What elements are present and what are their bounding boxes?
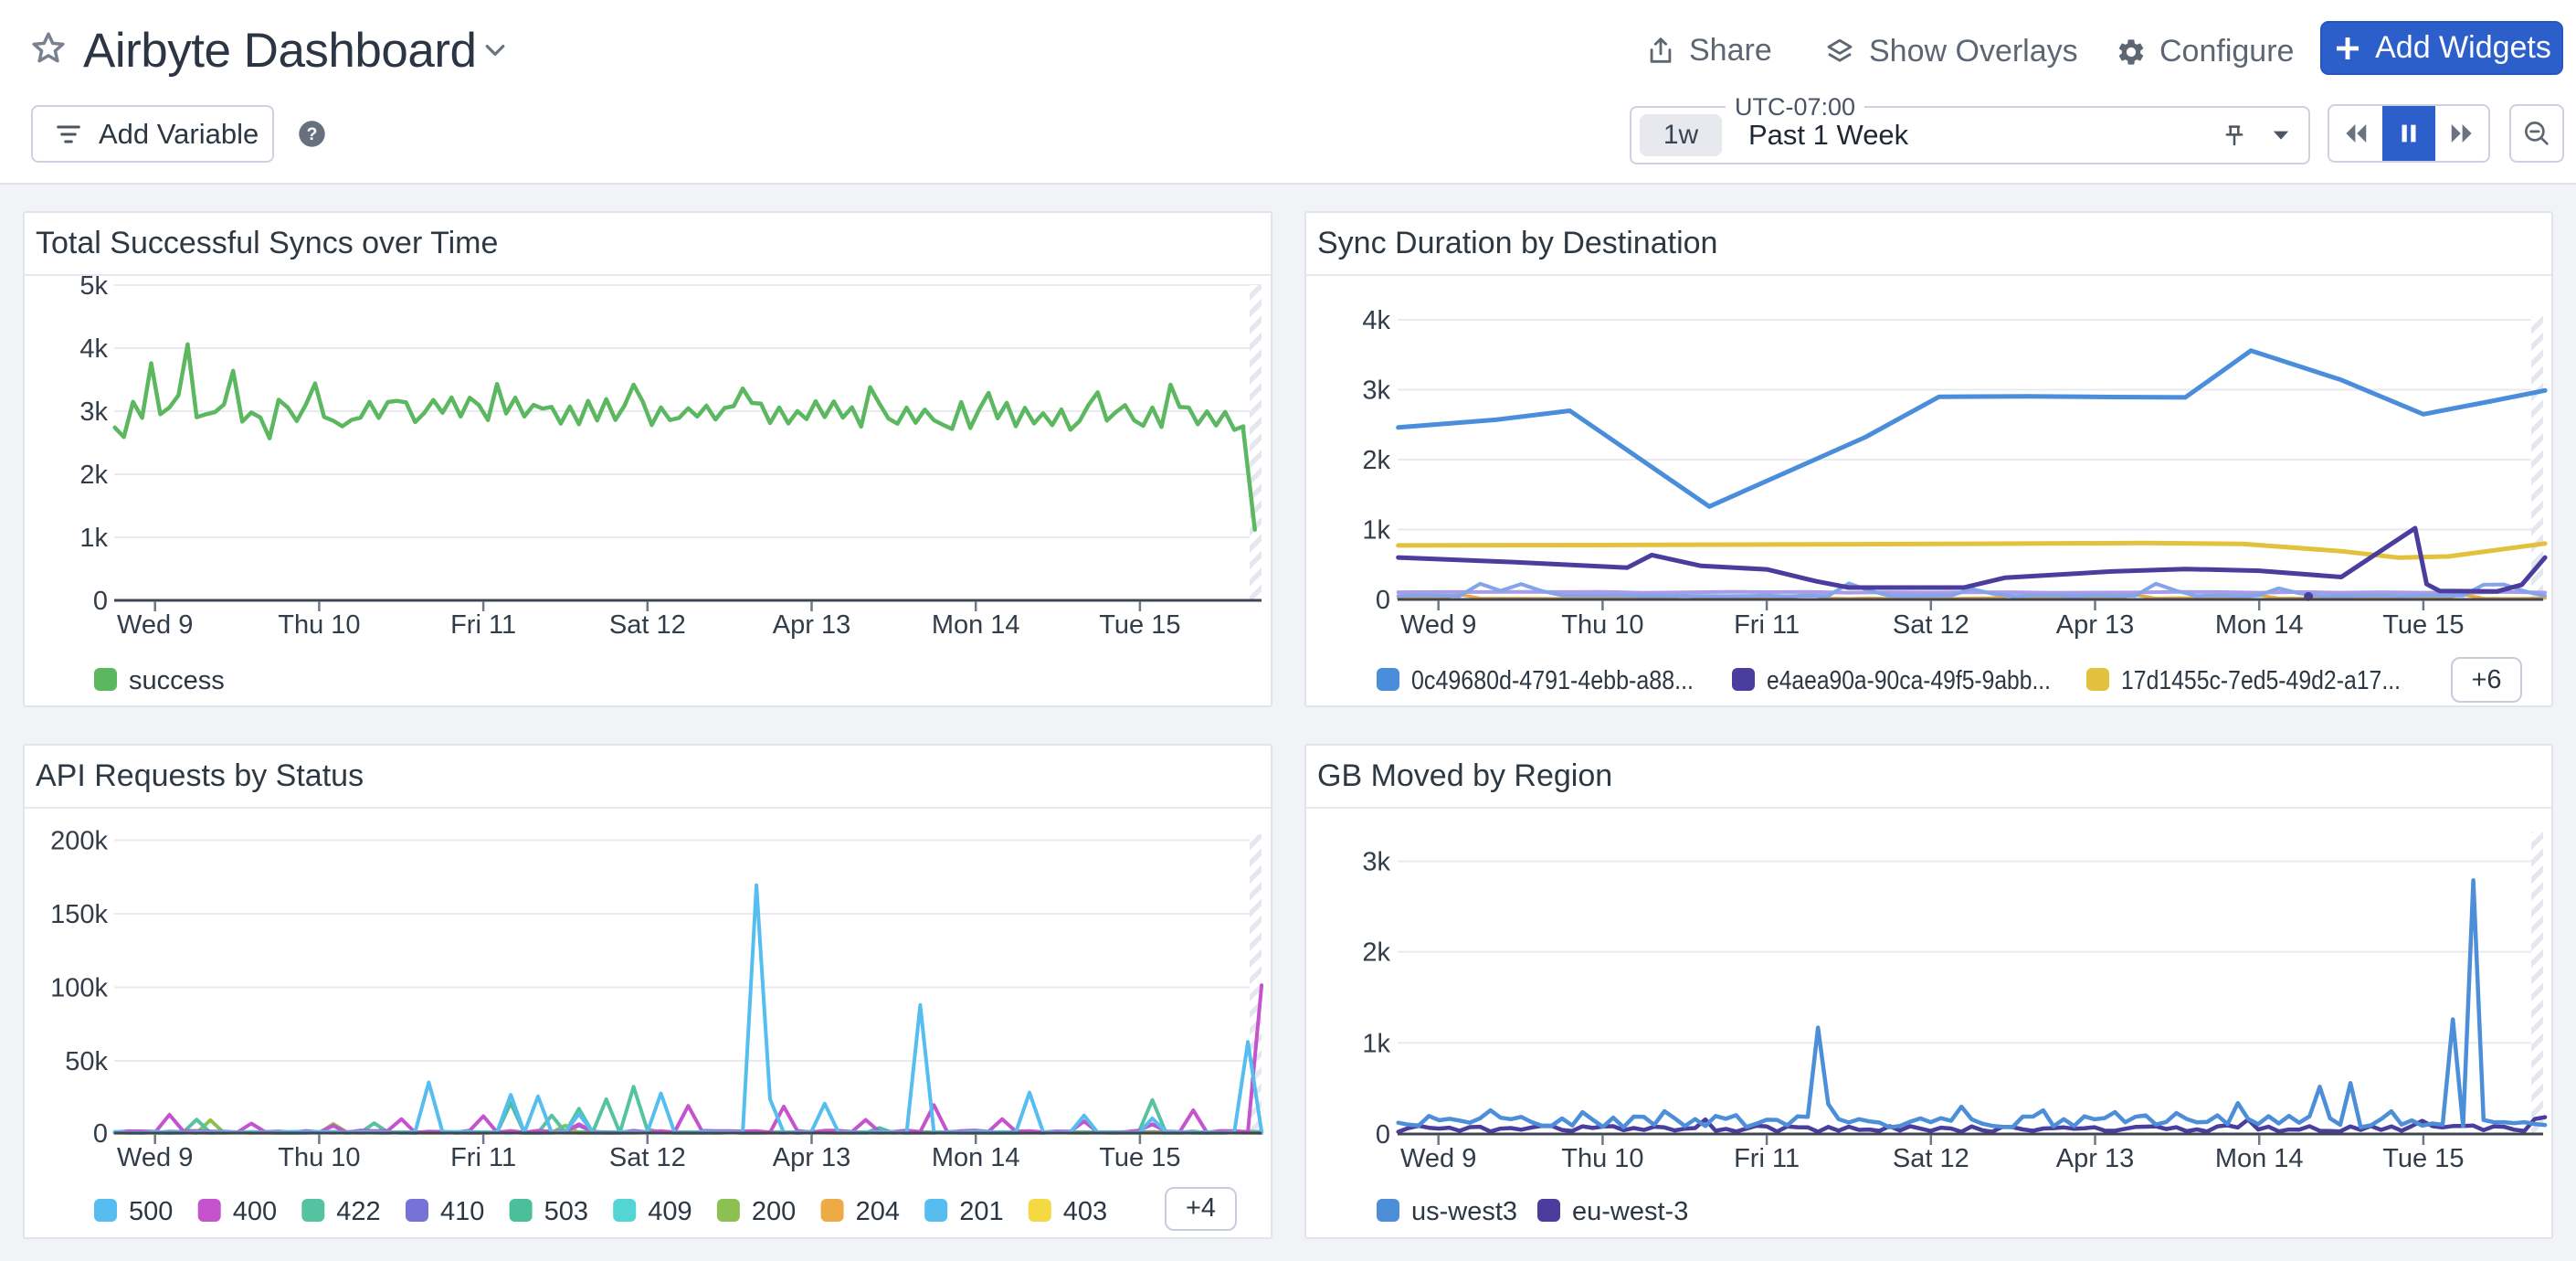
svg-text:Thu 10: Thu 10: [1561, 610, 1643, 640]
svg-text:3k: 3k: [79, 397, 108, 427]
svg-text:3k: 3k: [1362, 848, 1390, 877]
svg-text:Wed 9: Wed 9: [1400, 610, 1476, 640]
svg-text:503: 503: [544, 1197, 588, 1226]
svg-text:Tue 15: Tue 15: [1099, 1143, 1180, 1172]
svg-text:Thu 10: Thu 10: [278, 610, 360, 640]
svg-text:Tue 15: Tue 15: [2382, 1144, 2464, 1173]
svg-text:Tue 15: Tue 15: [2382, 610, 2464, 640]
svg-text:Fri 11: Fri 11: [1734, 1144, 1800, 1173]
svg-text:1k: 1k: [1362, 1029, 1390, 1058]
svg-text:Sat 12: Sat 12: [1893, 1144, 1969, 1173]
svg-text:3k: 3k: [1362, 376, 1390, 406]
svg-text:4k: 4k: [79, 334, 108, 364]
svg-text:409: 409: [648, 1197, 692, 1226]
svg-text:Thu 10: Thu 10: [1561, 1144, 1643, 1173]
svg-text:Mon 14: Mon 14: [2215, 1144, 2304, 1173]
svg-text:Thu 10: Thu 10: [278, 1143, 360, 1172]
svg-text:Sat 12: Sat 12: [1893, 610, 1969, 640]
svg-text:0: 0: [1376, 586, 1390, 615]
svg-text:Mon 14: Mon 14: [2215, 610, 2304, 640]
svg-text:Sat 12: Sat 12: [609, 1143, 686, 1172]
svg-text:200k: 200k: [50, 827, 108, 856]
svg-text:403: 403: [1063, 1197, 1107, 1226]
svg-text:500: 500: [129, 1197, 173, 1226]
svg-text:Mon 14: Mon 14: [932, 1143, 1020, 1172]
svg-text:410: 410: [440, 1197, 484, 1226]
svg-text:17d1455c-7ed5-49d2-a17...: 17d1455c-7ed5-49d2-a17...: [2121, 666, 2401, 695]
svg-text:Wed 9: Wed 9: [117, 1143, 193, 1172]
svg-text:2k: 2k: [1362, 938, 1390, 968]
svg-text:0: 0: [93, 1119, 108, 1149]
svg-text:5k: 5k: [79, 276, 108, 301]
svg-text:e4aea90a-90ca-49f5-9abb...: e4aea90a-90ca-49f5-9abb...: [1767, 666, 2051, 695]
svg-text:us-west3: us-west3: [1411, 1197, 1517, 1226]
svg-text:+6: +6: [2471, 665, 2501, 694]
svg-text:Tue 15: Tue 15: [1099, 610, 1180, 640]
svg-text:50k: 50k: [65, 1047, 108, 1076]
svg-text:150k: 150k: [50, 900, 108, 929]
svg-text:2k: 2k: [79, 461, 108, 490]
svg-text:1k: 1k: [79, 524, 108, 553]
svg-text:?: ?: [307, 124, 318, 144]
svg-text:0: 0: [93, 587, 108, 616]
svg-text:Apr 13: Apr 13: [773, 610, 850, 640]
svg-text:Fri 11: Fri 11: [1734, 610, 1800, 640]
svg-text:+4: +4: [1186, 1193, 1216, 1223]
svg-text:1k: 1k: [1362, 516, 1390, 546]
svg-text:Wed 9: Wed 9: [117, 610, 193, 640]
svg-text:Apr 13: Apr 13: [2056, 1144, 2134, 1173]
svg-text:400: 400: [233, 1197, 277, 1226]
svg-text:success: success: [129, 666, 225, 695]
svg-text:200: 200: [752, 1197, 796, 1226]
svg-text:Fri 11: Fri 11: [450, 610, 516, 640]
svg-text:Wed 9: Wed 9: [1400, 1144, 1476, 1173]
svg-text:2k: 2k: [1362, 446, 1390, 475]
svg-text:201: 201: [959, 1197, 1003, 1226]
svg-text:Mon 14: Mon 14: [932, 610, 1020, 640]
svg-text:422: 422: [336, 1197, 380, 1226]
svg-text:0: 0: [1376, 1120, 1390, 1150]
svg-text:eu-west-3: eu-west-3: [1572, 1197, 1688, 1226]
svg-text:Apr 13: Apr 13: [773, 1143, 850, 1172]
svg-text:Fri 11: Fri 11: [450, 1143, 516, 1172]
svg-text:Sat 12: Sat 12: [609, 610, 686, 640]
svg-text:100k: 100k: [50, 974, 108, 1003]
svg-text:4k: 4k: [1362, 306, 1390, 335]
svg-text:Apr 13: Apr 13: [2056, 610, 2134, 640]
svg-text:204: 204: [856, 1197, 900, 1226]
svg-text:0c49680d-4791-4ebb-a88...: 0c49680d-4791-4ebb-a88...: [1411, 666, 1694, 695]
